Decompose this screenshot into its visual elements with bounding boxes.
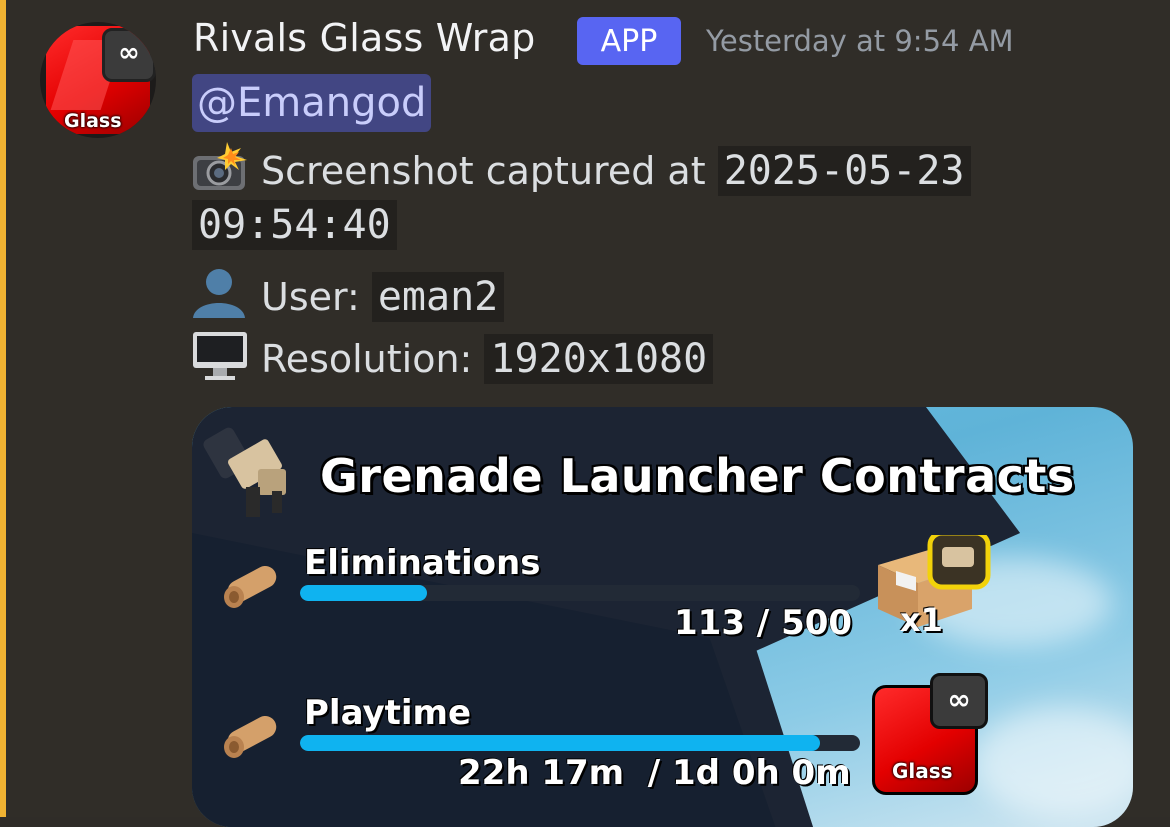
resolution-line: Resolution: 1920x1080 — [191, 328, 714, 384]
capture-date: 2025-05-23 — [717, 146, 971, 196]
capture-prefix: Screenshot captured at — [261, 149, 706, 193]
contracts-image[interactable]: Grenade Launcher Contracts Eliminations … — [192, 407, 1133, 827]
resolution-prefix: Resolution: — [261, 337, 473, 381]
playtime-progress-bar — [300, 735, 860, 751]
glass-wrap-label: Glass — [892, 759, 953, 783]
eliminations-progress-bar — [300, 585, 860, 601]
scroll-icon — [224, 565, 277, 608]
infinity-icon: ∞ — [930, 673, 988, 729]
cloud — [972, 707, 1133, 817]
user-line: User: eman2 — [191, 266, 505, 322]
author-avatar[interactable]: ∞ Glass — [40, 22, 156, 138]
crate-reward-count: x1 — [900, 601, 943, 639]
playtime-progress-fill — [300, 735, 820, 751]
user-silhouette-icon — [191, 266, 251, 320]
capture-time: 09:54:40 — [192, 200, 397, 250]
glass-wrap-reward: ∞ Glass — [872, 673, 988, 795]
eliminations-progress-fill — [300, 585, 427, 601]
infinity-icon: ∞ — [102, 28, 156, 82]
user-mention[interactable]: @Emangod — [192, 74, 432, 132]
eliminations-progress-text: 113 / 500 — [674, 603, 853, 643]
capture-line: Screenshot captured at 2025-05-23 — [191, 140, 971, 196]
desktop-monitor-icon — [191, 328, 251, 382]
user-value: eman2 — [371, 272, 505, 322]
message-timestamp[interactable]: Yesterday at 9:54 AM — [706, 24, 1014, 58]
capture-time-line: 09:54:40 — [192, 200, 397, 250]
contract-label-playtime: Playtime — [304, 693, 472, 733]
playtime-progress-text: 22h 17m / 1d 0h 0m — [458, 753, 851, 793]
avatar-glass-label: Glass — [64, 110, 122, 132]
camera-flash-icon — [191, 140, 251, 194]
app-badge: APP — [577, 17, 681, 65]
contract-label-eliminations: Eliminations — [304, 543, 541, 583]
contracts-title: Grenade Launcher Contracts — [320, 449, 1075, 503]
grenade-launcher-icon — [203, 427, 286, 517]
user-prefix: User: — [261, 275, 360, 319]
resolution-value: 1920x1080 — [484, 334, 714, 384]
author-name[interactable]: Rivals Glass Wrap — [193, 16, 535, 60]
scroll-icon — [224, 715, 277, 758]
